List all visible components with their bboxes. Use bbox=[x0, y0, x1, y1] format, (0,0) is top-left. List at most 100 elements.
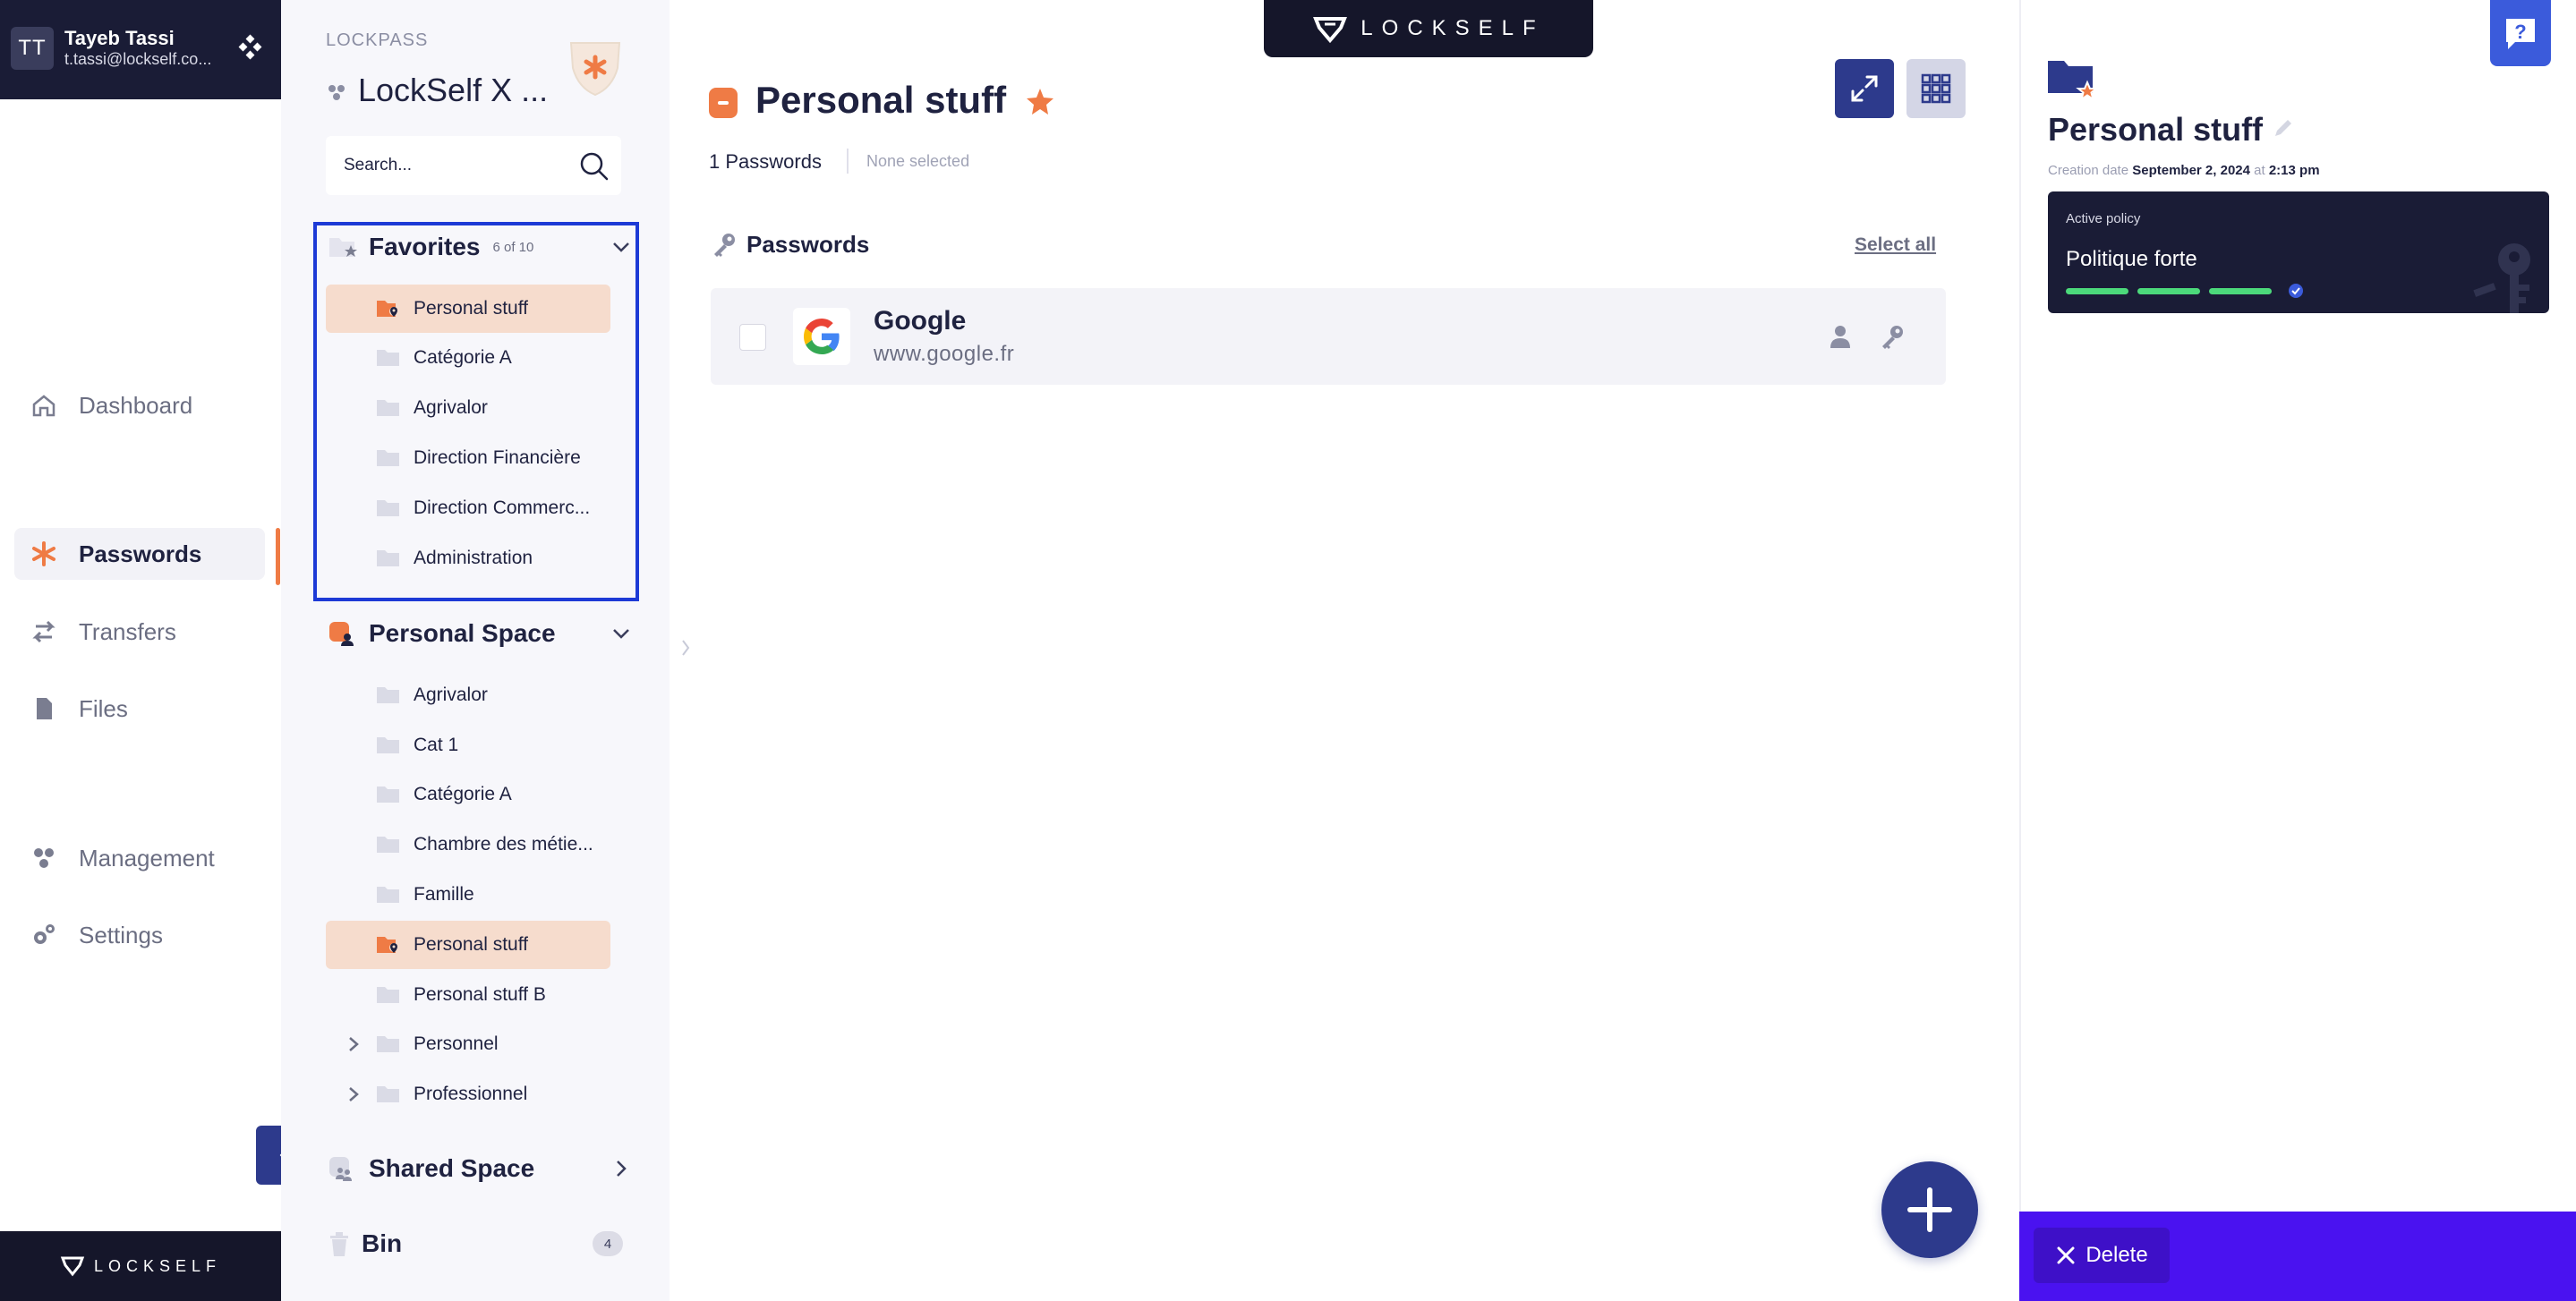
nav-passwords[interactable]: Passwords bbox=[14, 528, 265, 580]
nav-transfers[interactable]: Transfers bbox=[14, 606, 265, 658]
folder-icon bbox=[377, 737, 399, 753]
panel-resize-handle-icon[interactable] bbox=[678, 637, 693, 659]
nav-transfers-label: Transfers bbox=[79, 617, 176, 645]
personal-item-famille[interactable]: Famille bbox=[326, 871, 610, 919]
policy-strength-bar bbox=[2209, 288, 2272, 294]
favorite-item-personal-stuff[interactable]: Personal stuff bbox=[326, 285, 610, 333]
favorite-item-direction-financiere[interactable]: Direction Financière bbox=[326, 434, 610, 482]
key-icon bbox=[711, 231, 738, 258]
shared-space-icon bbox=[329, 1157, 352, 1181]
nav-files[interactable]: Files bbox=[14, 683, 265, 735]
favorite-item-label: Personal stuff bbox=[414, 298, 529, 319]
nav-files-label: Files bbox=[79, 694, 128, 722]
personal-item-label: Personnel bbox=[414, 1033, 499, 1054]
delete-button[interactable]: Delete bbox=[2034, 1228, 2170, 1283]
creation-date: Creation date September 2, 2024 at 2:13 … bbox=[2048, 163, 2320, 178]
nav-active-indicator bbox=[276, 528, 280, 585]
favorites-folder-icon bbox=[329, 238, 357, 257]
shared-space-header[interactable]: Shared Space bbox=[328, 1154, 632, 1183]
brand-wordmark: LOCKSELF bbox=[1361, 16, 1545, 40]
nav-dashboard-label: Dashboard bbox=[79, 391, 193, 419]
folder-icon bbox=[377, 450, 399, 466]
home-icon bbox=[27, 388, 61, 422]
chevron-down-icon[interactable] bbox=[610, 236, 632, 258]
copy-username-icon[interactable] bbox=[1826, 322, 1855, 351]
folder-icon bbox=[377, 400, 399, 416]
row-checkbox[interactable] bbox=[739, 324, 766, 351]
user-email: t.tassi@lockself.co... bbox=[64, 50, 212, 68]
copy-password-icon[interactable] bbox=[1878, 322, 1906, 351]
personal-item-categorie-a[interactable]: Catégorie A bbox=[326, 770, 610, 819]
nav-dashboard[interactable]: Dashboard bbox=[14, 379, 265, 431]
password-row[interactable] bbox=[711, 288, 1946, 385]
personal-item-personnel[interactable]: Personnel bbox=[326, 1020, 610, 1068]
favorites-count: 6 of 10 bbox=[492, 239, 534, 255]
policy-strength-bar bbox=[2137, 288, 2200, 294]
creation-time-value: 2:13 pm bbox=[2268, 163, 2320, 178]
personal-item-professionnel[interactable]: Professionnel bbox=[326, 1070, 610, 1118]
personal-item-label: Personal stuff B bbox=[414, 984, 546, 1005]
grid-view-button[interactable] bbox=[1906, 59, 1966, 118]
favorite-item-label: Administration bbox=[414, 548, 533, 568]
key-decoration-icon bbox=[2465, 233, 2546, 313]
expand-button[interactable] bbox=[1835, 59, 1894, 118]
edit-pencil-icon[interactable] bbox=[2272, 116, 2295, 140]
workspace-title[interactable]: LockSelf X ... bbox=[358, 72, 548, 109]
gear-icon bbox=[27, 918, 61, 952]
policy-strength-bar bbox=[2066, 288, 2128, 294]
avatar[interactable]: TT bbox=[11, 27, 54, 70]
selection-status: None selected bbox=[866, 152, 970, 170]
trash-icon bbox=[330, 1232, 348, 1256]
personal-space-title: Personal Space bbox=[369, 619, 556, 647]
search-box[interactable] bbox=[326, 136, 621, 195]
chevron-right-icon[interactable] bbox=[345, 1035, 362, 1053]
personal-item-cat-1[interactable]: Cat 1 bbox=[326, 721, 610, 770]
personal-item-chambre-des-metiers[interactable]: Chambre des métie... bbox=[326, 821, 610, 869]
favorite-item-administration[interactable]: Administration bbox=[326, 534, 610, 582]
plus-icon bbox=[1907, 1187, 1952, 1232]
personal-item-agrivalor[interactable]: Agrivalor bbox=[326, 671, 610, 719]
star-icon[interactable] bbox=[1024, 86, 1056, 118]
entry-name: Google bbox=[874, 306, 967, 336]
favorites-title: Favorites bbox=[369, 233, 481, 260]
folder-icon bbox=[377, 837, 399, 853]
chevron-right-icon[interactable] bbox=[345, 1085, 362, 1103]
personal-item-label: Catégorie A bbox=[414, 784, 512, 804]
bin-row[interactable]: Bin bbox=[328, 1229, 587, 1258]
folder-icon bbox=[377, 550, 399, 566]
grid-icon bbox=[1921, 73, 1951, 104]
folder-location-icon bbox=[377, 301, 398, 317]
personal-item-label: Famille bbox=[414, 884, 474, 905]
shared-space-title: Shared Space bbox=[369, 1154, 535, 1182]
search-input[interactable] bbox=[344, 156, 567, 175]
personal-space-header[interactable]: Personal Space bbox=[328, 619, 632, 648]
chevron-down-icon[interactable] bbox=[610, 623, 632, 644]
shield-badge-icon bbox=[564, 36, 627, 100]
select-all-link[interactable]: Select all bbox=[1855, 234, 1936, 256]
nav-management[interactable]: Management bbox=[14, 832, 265, 884]
personal-item-personal-stuff[interactable]: Personal stuff bbox=[326, 921, 610, 969]
chevron-right-icon[interactable] bbox=[610, 1158, 632, 1179]
favorite-item-agrivalor[interactable]: Agrivalor bbox=[326, 384, 610, 432]
search-icon[interactable] bbox=[578, 150, 610, 183]
favorite-item-categorie-a[interactable]: Catégorie A bbox=[326, 334, 610, 382]
divider bbox=[847, 149, 849, 174]
add-password-button[interactable] bbox=[1881, 1161, 1978, 1258]
help-button[interactable]: ? bbox=[2490, 0, 2551, 66]
favorite-item-direction-commerciale[interactable]: Direction Commerc... bbox=[326, 484, 610, 532]
delete-label: Delete bbox=[2086, 1243, 2148, 1267]
entry-url[interactable]: www.google.fr bbox=[874, 342, 1014, 367]
personal-item-personal-stuff-b[interactable]: Personal stuff B bbox=[326, 971, 610, 1019]
app-caption: LOCKPASS bbox=[326, 30, 429, 50]
page-title: Personal stuff bbox=[755, 79, 1007, 121]
nav-management-label: Management bbox=[79, 844, 215, 872]
detail-title: Personal stuff bbox=[2048, 111, 2264, 148]
folder-icon bbox=[377, 1036, 399, 1052]
favorite-item-label: Catégorie A bbox=[414, 347, 512, 368]
nav-settings[interactable]: Settings bbox=[14, 909, 265, 961]
bin-count-badge: 4 bbox=[593, 1231, 623, 1256]
favorites-header[interactable]: Favorites 6 of 10 bbox=[328, 233, 632, 261]
brand-wordmark: LOCKSELF bbox=[93, 1256, 222, 1275]
workspace-switch-icon[interactable] bbox=[236, 34, 263, 61]
folder-location-icon bbox=[377, 937, 398, 953]
